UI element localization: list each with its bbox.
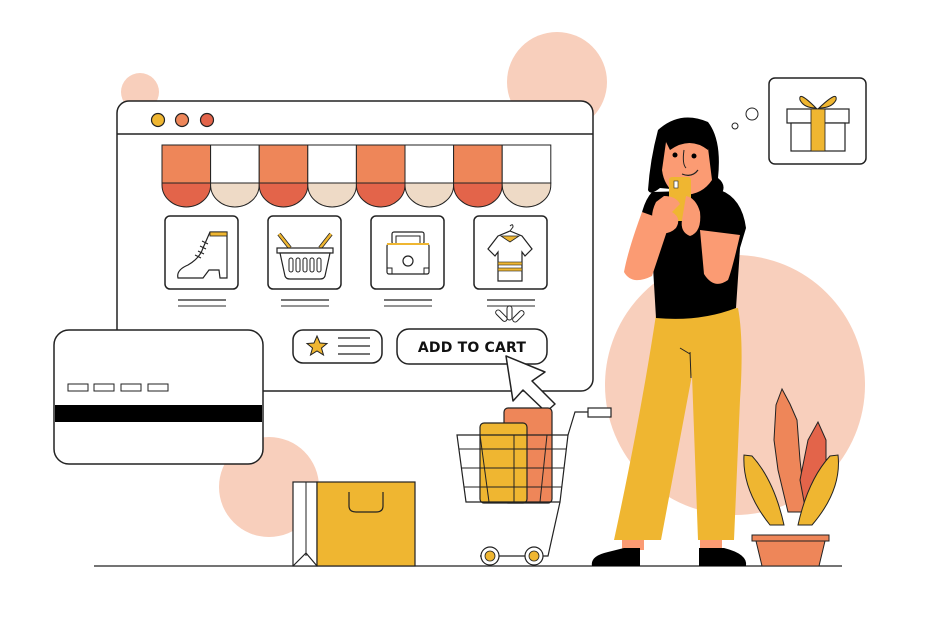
shoe-left [591, 548, 640, 566]
magnetic-stripe [55, 405, 262, 422]
red-dot[interactable] [199, 112, 215, 128]
awning-stripe [307, 144, 357, 184]
card-number-block [93, 383, 115, 392]
yellow-dot[interactable] [150, 112, 166, 128]
thought-bubble [731, 77, 867, 165]
online-shopping-illustration: ADD TO CART [53, 32, 867, 567]
card-number-block [147, 383, 169, 392]
pot [755, 540, 826, 567]
add-to-cart-button[interactable]: ADD TO CART [396, 328, 548, 365]
add-to-cart-label: ADD TO CART [418, 340, 527, 356]
shopping-bag [292, 481, 416, 567]
eye-left [672, 152, 678, 158]
awning-stripe [161, 144, 212, 184]
card-number-block [120, 383, 142, 392]
rating-button[interactable] [292, 329, 383, 364]
awning-stripe [258, 144, 309, 184]
shoe-right [699, 548, 747, 566]
window-controls [150, 112, 215, 128]
eye-right [691, 153, 697, 159]
awning-stripe [210, 144, 260, 184]
awning-stripe [355, 144, 406, 184]
card-number-block [67, 383, 89, 392]
pot-rim [751, 534, 830, 542]
orange-dot[interactable] [174, 112, 190, 128]
awning-stripe [453, 144, 503, 184]
cart-handle [587, 407, 612, 418]
awning-stripe [501, 144, 552, 184]
handbag-icon [386, 231, 430, 275]
shopping-cart [456, 407, 612, 566]
awning-stripe [404, 144, 455, 184]
credit-card [53, 329, 264, 465]
